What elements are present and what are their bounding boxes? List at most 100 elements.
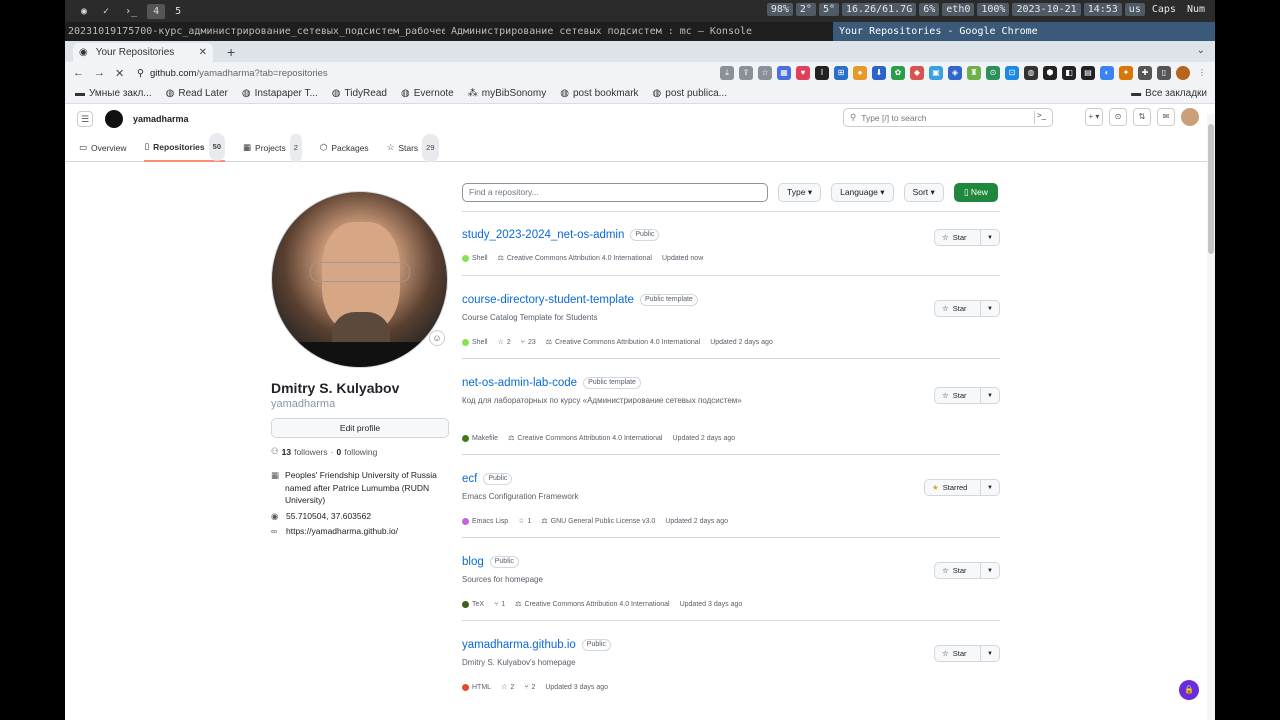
star-button[interactable]: ☆ Star ▼ — [934, 229, 1000, 246]
repo-name-link[interactable]: yamadharma.github.io — [462, 639, 576, 651]
bookmark-post-publication[interactable]: ◍ post publica... — [653, 88, 727, 99]
extension-icon[interactable]: ▣ — [929, 66, 943, 80]
workspace-5[interactable]: 5 — [169, 4, 187, 19]
stop-loading-icon[interactable]: ✕ — [115, 67, 124, 80]
extension-icon[interactable]: ⬇ — [872, 66, 886, 80]
followers-count[interactable]: 13 — [282, 447, 291, 457]
install-icon[interactable]: ⤓ — [720, 66, 734, 80]
star-list-dropdown-icon[interactable]: ▼ — [981, 235, 999, 241]
star-button[interactable]: ☆ Star ▼ — [934, 300, 1000, 317]
share-icon[interactable]: ⇪ — [739, 66, 753, 80]
github-search-input[interactable]: ⚲ Type [/] to search >_ — [843, 108, 1053, 127]
close-tab-icon[interactable]: ✕ — [199, 47, 207, 58]
star-list-dropdown-icon[interactable]: ▼ — [981, 393, 999, 399]
bookmark-star-icon[interactable]: ☆ — [758, 66, 772, 80]
command-palette-icon[interactable]: >_ — [1034, 111, 1048, 124]
pocket-icon[interactable]: ♥ — [796, 66, 810, 80]
tab-repositories[interactable]: ▯ Repositories 50 — [144, 132, 225, 162]
header-username[interactable]: yamadharma — [133, 114, 189, 124]
extension-icon[interactable]: ⊡ — [1005, 66, 1019, 80]
extension-icon[interactable]: ● — [853, 66, 867, 80]
repo-stars[interactable]: ☆ 2 — [498, 338, 511, 347]
star-list-dropdown-icon[interactable]: ▼ — [981, 568, 999, 574]
lock-extension-icon[interactable]: 🔒 — [1179, 680, 1199, 700]
tab-your-repositories[interactable]: ◉ Your Repositories ✕ — [73, 43, 213, 62]
repo-name-link[interactable]: ecf — [462, 473, 477, 485]
profile-website-link[interactable]: https://yamadharma.github.io/ — [286, 525, 398, 538]
bookmark-evernote[interactable]: ◍ Evernote — [401, 88, 454, 99]
extension-icon[interactable]: ◐ — [1100, 66, 1114, 80]
extension-icon[interactable]: ⬢ — [1043, 66, 1057, 80]
star-button[interactable]: ☆ Star ▼ — [934, 645, 1000, 662]
star-list-dropdown-icon[interactable]: ▼ — [981, 306, 999, 312]
extension-icon[interactable]: ◧ — [1062, 66, 1076, 80]
repo-stars[interactable]: ☆ 1 — [518, 517, 531, 526]
issues-icon[interactable]: ⊙ — [1109, 108, 1127, 126]
forward-icon[interactable]: → — [94, 67, 105, 80]
konsole-title-1[interactable]: 20231019175700-курс_администрирование_се… — [65, 26, 445, 37]
user-avatar-icon[interactable] — [1181, 108, 1199, 126]
new-repository-button[interactable]: ▯ New — [953, 182, 998, 202]
repo-name-link[interactable]: course-directory-student-template — [462, 294, 634, 306]
inbox-icon[interactable]: ✉ — [1157, 108, 1175, 126]
profile-avatar-icon[interactable] — [1176, 66, 1190, 80]
tab-stars[interactable]: ☆ Stars 29 — [387, 133, 439, 162]
repo-forks[interactable]: ⑂ 1 — [494, 601, 505, 608]
tab-packages[interactable]: ⬡ Packages — [320, 134, 369, 162]
extension-icon[interactable]: ✿ — [891, 66, 905, 80]
new-tab-icon[interactable]: + — [227, 44, 235, 60]
extension-icon[interactable]: ♜ — [967, 66, 981, 80]
extension-icon[interactable]: ▤ — [1081, 66, 1095, 80]
wm-icon[interactable]: ✓ — [97, 4, 115, 19]
following-count[interactable]: 0 — [336, 447, 341, 457]
following-link[interactable]: following — [344, 447, 377, 457]
repo-name-link[interactable]: net-os-admin-lab-code — [462, 377, 577, 389]
unstar-button[interactable]: ★ Starred ▼ — [924, 479, 1000, 496]
bookmark-folder[interactable]: ▬ Умные закл... — [75, 88, 152, 99]
workspace-4[interactable]: 4 — [147, 3, 166, 19]
back-icon[interactable]: ← — [73, 67, 84, 80]
puzzle-icon[interactable]: ✚ — [1138, 66, 1152, 80]
star-button[interactable]: ☆ Star ▼ — [934, 387, 1000, 404]
url-field[interactable]: ⚲ github.com/yamadharma?tab=repositories — [137, 68, 328, 79]
instapaper-icon[interactable]: I — [815, 66, 829, 80]
bookmark-instapaper[interactable]: ◍ Instapaper T... — [242, 88, 318, 99]
star-list-dropdown-icon[interactable]: ▼ — [981, 485, 999, 491]
repo-stars[interactable]: ☆ 2 — [501, 683, 514, 692]
repo-name-link[interactable]: blog — [462, 556, 484, 568]
tab-search-chevron-icon[interactable]: ⌄ — [1197, 45, 1205, 56]
type-filter-button[interactable]: Type ▾ — [778, 182, 822, 202]
wm-icon[interactable]: ◉ — [75, 4, 93, 19]
language-filter-button[interactable]: Language ▾ — [831, 182, 894, 202]
pull-requests-icon[interactable]: ⇅ — [1133, 108, 1151, 126]
extension-icon[interactable]: ◈ — [948, 66, 962, 80]
page-scrollbar[interactable] — [1207, 114, 1215, 720]
followers-link[interactable]: followers — [294, 447, 328, 457]
star-list-dropdown-icon[interactable]: ▼ — [981, 651, 999, 657]
konsole-title-2[interactable]: Администрирование сетевых подсистем : mc… — [445, 26, 830, 37]
scrollbar-thumb[interactable] — [1208, 124, 1214, 254]
cart-icon[interactable]: ⊞ — [834, 66, 848, 80]
star-button[interactable]: ☆ Star ▼ — [934, 562, 1000, 579]
site-info-icon[interactable]: ⚲ — [137, 68, 144, 79]
profile-avatar[interactable] — [271, 191, 448, 368]
tab-overview[interactable]: ▭ Overview — [79, 134, 126, 162]
set-status-smiley-icon[interactable]: ☺ — [429, 330, 445, 346]
extension-icon[interactable]: ✦ — [1119, 66, 1133, 80]
bookmark-tidyread[interactable]: ◍ TidyRead — [332, 88, 387, 99]
extension-icon[interactable]: ◍ — [1024, 66, 1038, 80]
edit-profile-button[interactable]: Edit profile — [271, 418, 449, 438]
chrome-title[interactable]: Your Repositories - Google Chrome — [833, 22, 1215, 41]
bookmark-read-later[interactable]: ◍ Read Later — [166, 88, 228, 99]
extension-icon[interactable]: ◆ — [910, 66, 924, 80]
hamburger-menu-icon[interactable]: ☰ — [77, 111, 93, 127]
repo-name-link[interactable]: study_2023-2024_net-os-admin — [462, 229, 624, 241]
side-panel-icon[interactable]: ▯ — [1157, 66, 1171, 80]
bookmark-mybibsonomy[interactable]: ⁂ myBibSonomy — [468, 88, 546, 99]
github-logo-icon[interactable] — [105, 110, 123, 128]
menu-kebab-icon[interactable]: ⋮ — [1195, 66, 1209, 80]
repo-forks[interactable]: ⑂ 23 — [521, 339, 536, 346]
sort-filter-button[interactable]: Sort ▾ — [903, 182, 944, 202]
tab-projects[interactable]: ▦ Projects 2 — [243, 133, 302, 162]
create-new-icon[interactable]: + ▾ — [1085, 108, 1103, 126]
